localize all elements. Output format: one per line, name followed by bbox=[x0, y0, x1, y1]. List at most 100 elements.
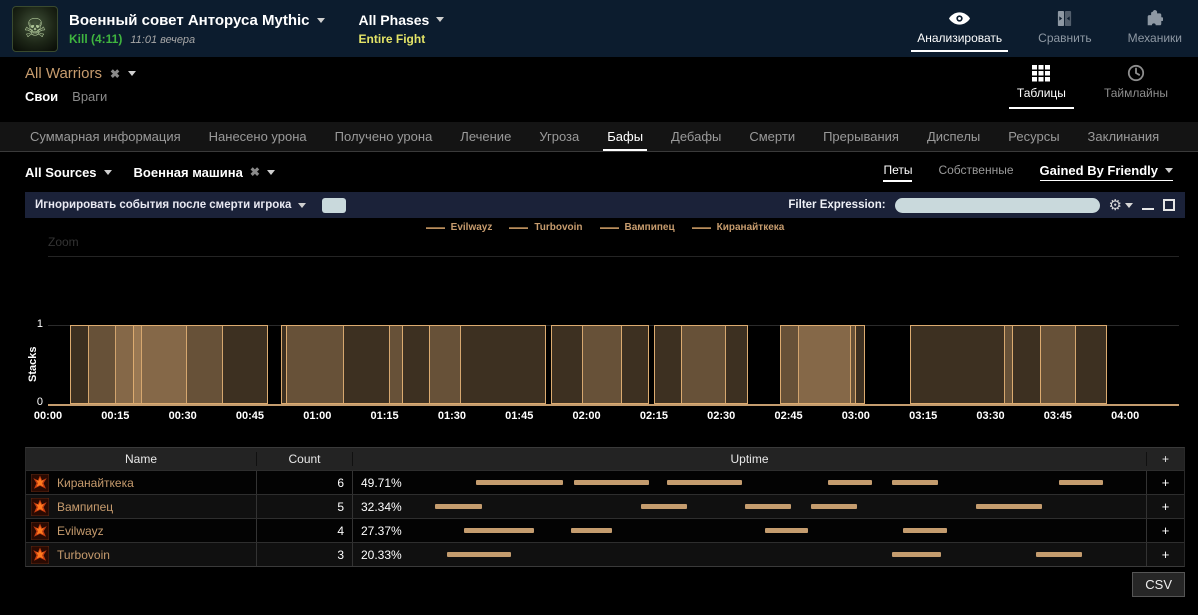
compare-icon bbox=[1056, 9, 1073, 28]
buff-interval-bar[interactable] bbox=[133, 325, 268, 404]
friend-tab-1[interactable]: Враги bbox=[72, 89, 107, 104]
main-tab-6[interactable]: Дебафы bbox=[657, 122, 735, 151]
column-header-uptime[interactable]: Uptime bbox=[352, 452, 1146, 466]
legend-item-3[interactable]: Киранайткека bbox=[692, 222, 785, 233]
war-machine-buff-icon bbox=[31, 522, 49, 540]
legend-item-0[interactable]: Evilwayz bbox=[426, 222, 493, 233]
nav-item-0[interactable]: Анализировать bbox=[911, 9, 1008, 52]
cell-name[interactable]: Turbovoin bbox=[26, 546, 256, 564]
legend-item-2[interactable]: Вампипец bbox=[600, 222, 675, 233]
main-tab-11[interactable]: Заклинания bbox=[1074, 122, 1174, 151]
buff-interval-bar[interactable] bbox=[681, 325, 748, 404]
cell-name[interactable]: Вампипец bbox=[26, 498, 256, 516]
x-tick-label: 00:15 bbox=[101, 410, 129, 422]
uptime-bars bbox=[421, 495, 1146, 518]
main-tab-2[interactable]: Получено урона bbox=[321, 122, 447, 151]
row-add-button[interactable]: + bbox=[1146, 543, 1184, 566]
phase-dropdown[interactable]: All Phases bbox=[359, 12, 445, 28]
nav-item-2[interactable]: Механики bbox=[1122, 9, 1188, 52]
source-right-tab-1[interactable]: Собственные bbox=[938, 163, 1013, 182]
sources-label: All Sources bbox=[25, 165, 97, 180]
main-tab-0[interactable]: Суммарная информация bbox=[16, 122, 195, 151]
x-tick-label: 01:30 bbox=[438, 410, 466, 422]
chevron-down-icon bbox=[128, 71, 136, 76]
remove-filter-icon[interactable]: ✖ bbox=[110, 67, 120, 81]
filter-expression-label: Filter Expression: bbox=[788, 199, 885, 211]
column-header-name[interactable]: Name bbox=[26, 452, 256, 466]
legend-item-1[interactable]: Turbovoin bbox=[509, 222, 582, 233]
selection-dropdown[interactable]: All Warriors ✖ bbox=[25, 65, 1173, 82]
nav-item-1[interactable]: Сравнить bbox=[1032, 9, 1097, 52]
ignore-after-death-dropdown[interactable]: Игнорировать события после смерти игрока bbox=[35, 199, 306, 211]
remove-ability-filter-icon[interactable]: ✖ bbox=[250, 165, 260, 179]
main-tab-1[interactable]: Нанесено урона bbox=[195, 122, 321, 151]
settings-gear-icon[interactable]: ⚙ bbox=[1109, 198, 1133, 213]
uptime-bar bbox=[476, 480, 563, 485]
ability-filter-dropdown[interactable]: Военная машина ✖ bbox=[134, 165, 275, 180]
table-row[interactable]: Turbovoin320.33%+ bbox=[26, 542, 1184, 566]
sources-dropdown[interactable]: All Sources bbox=[25, 165, 112, 180]
nav-item-label: Анализировать bbox=[917, 31, 1002, 45]
zoom-strip[interactable] bbox=[48, 256, 1179, 257]
x-tick-label: 02:00 bbox=[572, 410, 600, 422]
uptime-percent: 49.71% bbox=[353, 476, 421, 490]
view-item-1[interactable]: Таймлайны bbox=[1096, 63, 1176, 109]
chart-plot-area[interactable] bbox=[48, 325, 1179, 404]
column-header-count[interactable]: Count bbox=[256, 452, 352, 466]
boss-portrait-icon[interactable]: ☠ bbox=[12, 6, 58, 52]
main-tab-8[interactable]: Прерывания bbox=[809, 122, 913, 151]
top-header: ☠ Военный совет Анторуса Mythic Kill (4:… bbox=[0, 0, 1198, 57]
row-add-button[interactable]: + bbox=[1146, 471, 1184, 494]
maximize-icon[interactable] bbox=[1163, 199, 1175, 211]
source-right-tab-0[interactable]: Петы bbox=[883, 163, 912, 182]
buff-interval-bar[interactable] bbox=[551, 325, 623, 404]
pets-own-tabs: Петы Собственные bbox=[883, 163, 1013, 182]
minimize-icon[interactable] bbox=[1142, 200, 1154, 210]
friend-tab-0[interactable]: Свои bbox=[25, 89, 58, 104]
x-tick-label: 00:45 bbox=[236, 410, 264, 422]
buff-interval-bar[interactable] bbox=[1040, 325, 1107, 404]
table-row[interactable]: Evilwayz427.37%+ bbox=[26, 518, 1184, 542]
fight-title-dropdown[interactable]: Военный совет Анторуса Mythic bbox=[69, 12, 325, 29]
add-column-button[interactable]: + bbox=[1146, 452, 1184, 466]
main-tab-3[interactable]: Лечение bbox=[446, 122, 525, 151]
row-add-button[interactable]: + bbox=[1146, 519, 1184, 542]
buff-interval-bar[interactable] bbox=[286, 325, 403, 404]
cell-count: 6 bbox=[256, 471, 352, 494]
uptime-bar bbox=[667, 480, 742, 485]
cell-name[interactable]: Evilwayz bbox=[26, 522, 256, 540]
main-tab-10[interactable]: Ресурсы bbox=[994, 122, 1073, 151]
main-tab-7[interactable]: Смерти bbox=[735, 122, 809, 151]
uptime-bars bbox=[421, 543, 1146, 566]
x-tick-label: 03:30 bbox=[976, 410, 1004, 422]
nav-item-label: Механики bbox=[1128, 31, 1182, 45]
cell-name[interactable]: Киранайткека bbox=[26, 474, 256, 492]
main-tab-9[interactable]: Диспелы bbox=[913, 122, 994, 151]
ignore-after-death-checkbox[interactable] bbox=[322, 198, 346, 213]
y-tick-1: 1 bbox=[29, 318, 43, 330]
csv-export-button[interactable]: CSV bbox=[1132, 572, 1185, 597]
table-row[interactable]: Киранайткека649.71% + bbox=[26, 470, 1184, 494]
row-add-button[interactable]: + bbox=[1146, 495, 1184, 518]
buff-interval-bar[interactable] bbox=[429, 325, 546, 404]
kill-status: Kill (4:11) bbox=[69, 32, 122, 46]
legend-swatch-icon bbox=[600, 227, 619, 229]
stacks-chart[interactable]: EvilwayzTurbovoinВампипецКиранайткека Zo… bbox=[25, 218, 1185, 440]
view-item-0[interactable]: Таблицы bbox=[1009, 63, 1074, 109]
table-row[interactable]: Вампипец532.34%+ bbox=[26, 494, 1184, 518]
legend-swatch-icon bbox=[692, 227, 711, 229]
main-tab-5[interactable]: Бафы bbox=[593, 122, 657, 151]
buff-interval-bar[interactable] bbox=[910, 325, 1013, 404]
y-axis-label: Stacks bbox=[26, 325, 40, 404]
player-name: Evilwayz bbox=[57, 524, 104, 538]
y-tick-0: 0 bbox=[29, 396, 43, 408]
gained-by-dropdown[interactable]: Gained By Friendly bbox=[1040, 163, 1173, 181]
filter-expression-input[interactable] bbox=[895, 198, 1100, 213]
main-tab-4[interactable]: Угроза bbox=[525, 122, 593, 151]
uptime-bar bbox=[574, 480, 649, 485]
gained-by-label: Gained By Friendly bbox=[1040, 163, 1158, 178]
x-tick-label: 01:45 bbox=[505, 410, 533, 422]
buff-interval-bar[interactable] bbox=[70, 325, 142, 404]
uptime-bars bbox=[421, 471, 1146, 494]
buff-interval-bar[interactable] bbox=[780, 325, 852, 404]
